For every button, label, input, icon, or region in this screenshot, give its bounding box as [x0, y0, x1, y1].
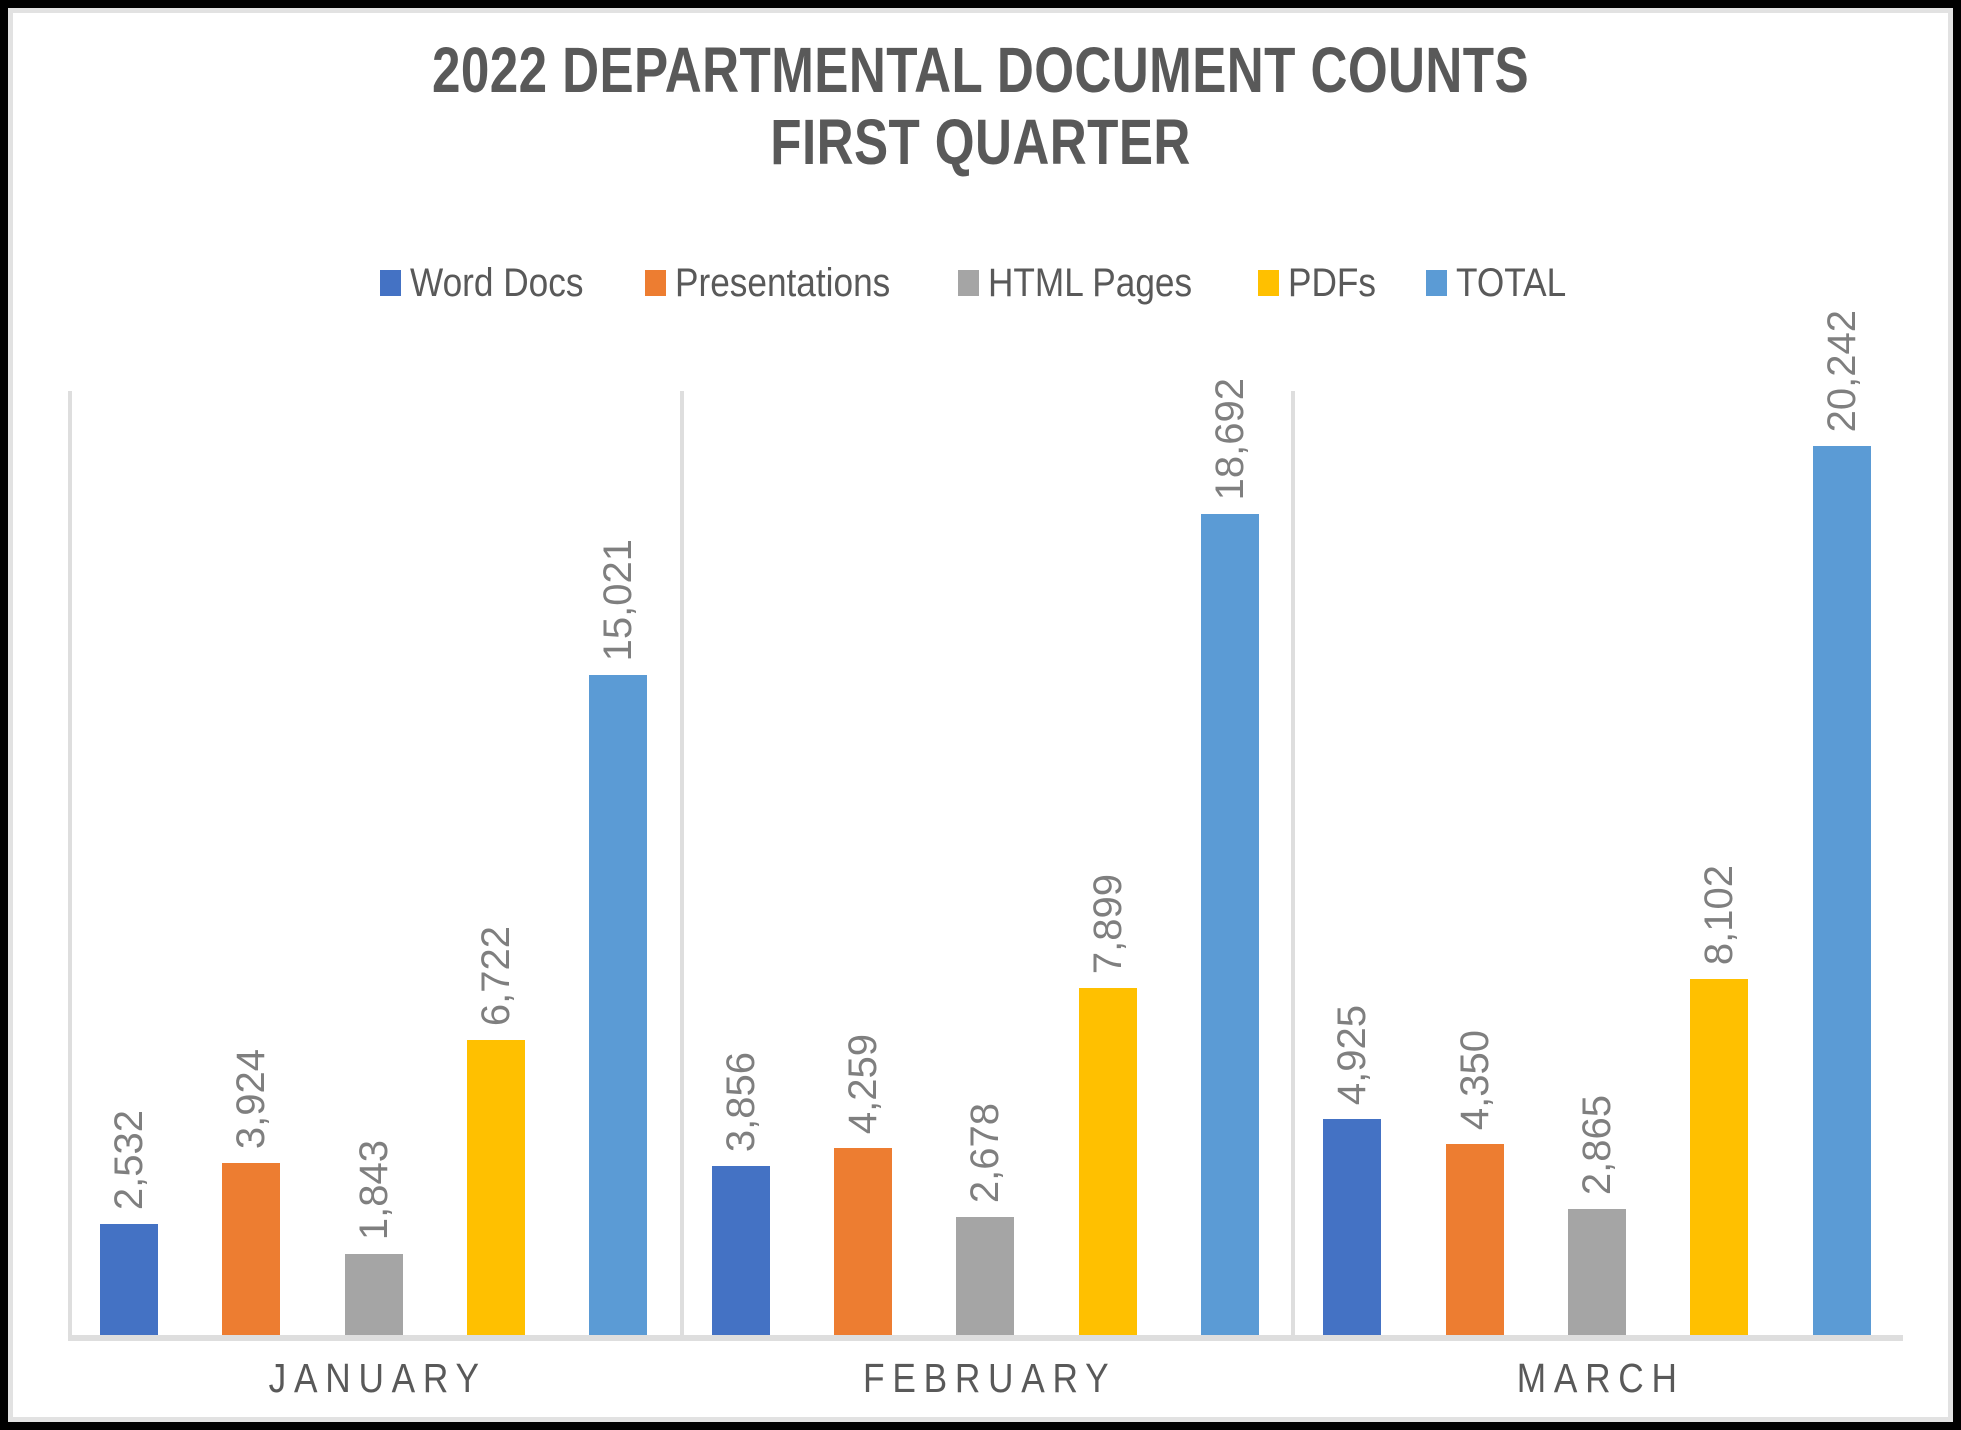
bar-slot: 4,925 [1291, 391, 1413, 1335]
category-label: JANUARY [268, 1355, 487, 1401]
bar-value-label: 15,021 [596, 538, 641, 661]
chart-canvas: 2022 DEPARTMENTAL DOCUMENT COUNTS FIRST … [13, 13, 1948, 1417]
legend-item-label: Presentations [675, 261, 891, 305]
chart-legend: Word Docs Presentations HTML Pages PDFs TOTA… [13, 263, 1948, 303]
legend-item[interactable]: PDFs [1257, 261, 1388, 305]
bar-slot: 2,532 [68, 391, 190, 1335]
bar-value-label: 4,925 [1330, 1004, 1375, 1105]
legend-item-label: Word Docs [410, 261, 584, 305]
bar[interactable] [1201, 514, 1260, 1335]
bar-slot: 18,692 [1169, 378, 1291, 1335]
chart-title-line-2: FIRST QUARTER [770, 105, 1191, 178]
bar[interactable] [1078, 988, 1137, 1335]
bar-slot: 4,259 [802, 391, 924, 1335]
bar[interactable] [467, 1040, 526, 1335]
legend-item-label: TOTAL [1455, 261, 1566, 305]
bar[interactable] [1323, 1119, 1382, 1335]
bar-slot: 2,678 [924, 391, 1046, 1335]
bar-value-label: 4,259 [841, 1033, 886, 1134]
bar-slot: 4,350 [1414, 391, 1536, 1335]
legend-item[interactable]: TOTAL [1425, 261, 1581, 305]
bar-value-label: 3,856 [718, 1051, 763, 1152]
bar-slot: 3,924 [190, 391, 312, 1335]
bar-group: 3,856 4,259 2,678 7,899 18,692 [680, 378, 1292, 1335]
legend-swatch-icon [1257, 270, 1279, 296]
bar[interactable] [1812, 446, 1871, 1335]
bar-value-label: 18,692 [1208, 377, 1253, 500]
category-axis-labels: JANUARY FEBRUARY MARCH [68, 1358, 1903, 1399]
legend-item-label: HTML Pages [987, 261, 1192, 305]
legend-swatch-icon [1425, 270, 1447, 296]
bar-value-label: 1,843 [351, 1139, 396, 1240]
bar[interactable] [1690, 979, 1749, 1335]
chart-title-line-1: 2022 DEPARTMENTAL DOCUMENT COUNTS [431, 34, 1530, 106]
bar-slot: 7,899 [1047, 391, 1169, 1335]
bar-value-label: 6,722 [474, 925, 519, 1026]
bar[interactable] [344, 1254, 403, 1335]
legend-item-label: PDFs [1287, 261, 1376, 305]
bar[interactable] [222, 1163, 281, 1335]
bar-slot: 15,021 [557, 391, 679, 1335]
bar-value-label: 8,102 [1697, 864, 1742, 965]
plot-area: 2,532 3,924 1,843 6,722 15,021 3,856 4,259 2,67… [68, 310, 1903, 1341]
axis-line-baseline [68, 1335, 1903, 1341]
bar-slot: 8,102 [1658, 391, 1780, 1335]
bar-slot: 1,843 [313, 391, 435, 1335]
bar-slot: 3,856 [680, 391, 802, 1335]
bar-value-label: 7,899 [1085, 873, 1130, 974]
bar[interactable] [589, 675, 648, 1335]
bar-value-label: 3,924 [229, 1048, 274, 1149]
legend-swatch-icon [957, 270, 979, 296]
bar[interactable] [834, 1148, 893, 1335]
image-border-frame: 2022 DEPARTMENTAL DOCUMENT COUNTS FIRST … [0, 0, 1961, 1430]
bar-value-label: 2,532 [107, 1109, 152, 1210]
bar-value-label: 2,678 [963, 1102, 1008, 1203]
legend-swatch-icon [380, 270, 402, 296]
legend-item[interactable]: Presentations [645, 263, 920, 303]
bar-slot: 6,722 [435, 391, 557, 1335]
bar[interactable] [100, 1224, 159, 1335]
bar-value-label: 4,350 [1452, 1029, 1497, 1130]
bar-slot: 20,242 [1781, 310, 1903, 1335]
bar-slot: 2,865 [1536, 391, 1658, 1335]
bar[interactable] [1568, 1209, 1627, 1335]
bar-value-label: 2,865 [1575, 1094, 1620, 1195]
chart-title: 2022 DEPARTMENTAL DOCUMENT COUNTS FIRST … [207, 34, 1755, 178]
bar-group: 4,925 4,350 2,865 8,102 20,242 [1291, 310, 1903, 1335]
bar-value-label: 20,242 [1819, 309, 1864, 432]
legend-swatch-icon [645, 270, 667, 296]
bar-group: 2,532 3,924 1,843 6,722 15,021 [68, 391, 680, 1335]
bar[interactable] [956, 1217, 1015, 1335]
bar[interactable] [711, 1166, 770, 1335]
legend-item[interactable]: Word Docs [380, 263, 607, 303]
legend-item[interactable]: HTML Pages [957, 261, 1220, 305]
bar[interactable] [1445, 1144, 1504, 1335]
category-label: FEBRUARY [862, 1355, 1117, 1401]
category-label: MARCH [1517, 1355, 1686, 1401]
